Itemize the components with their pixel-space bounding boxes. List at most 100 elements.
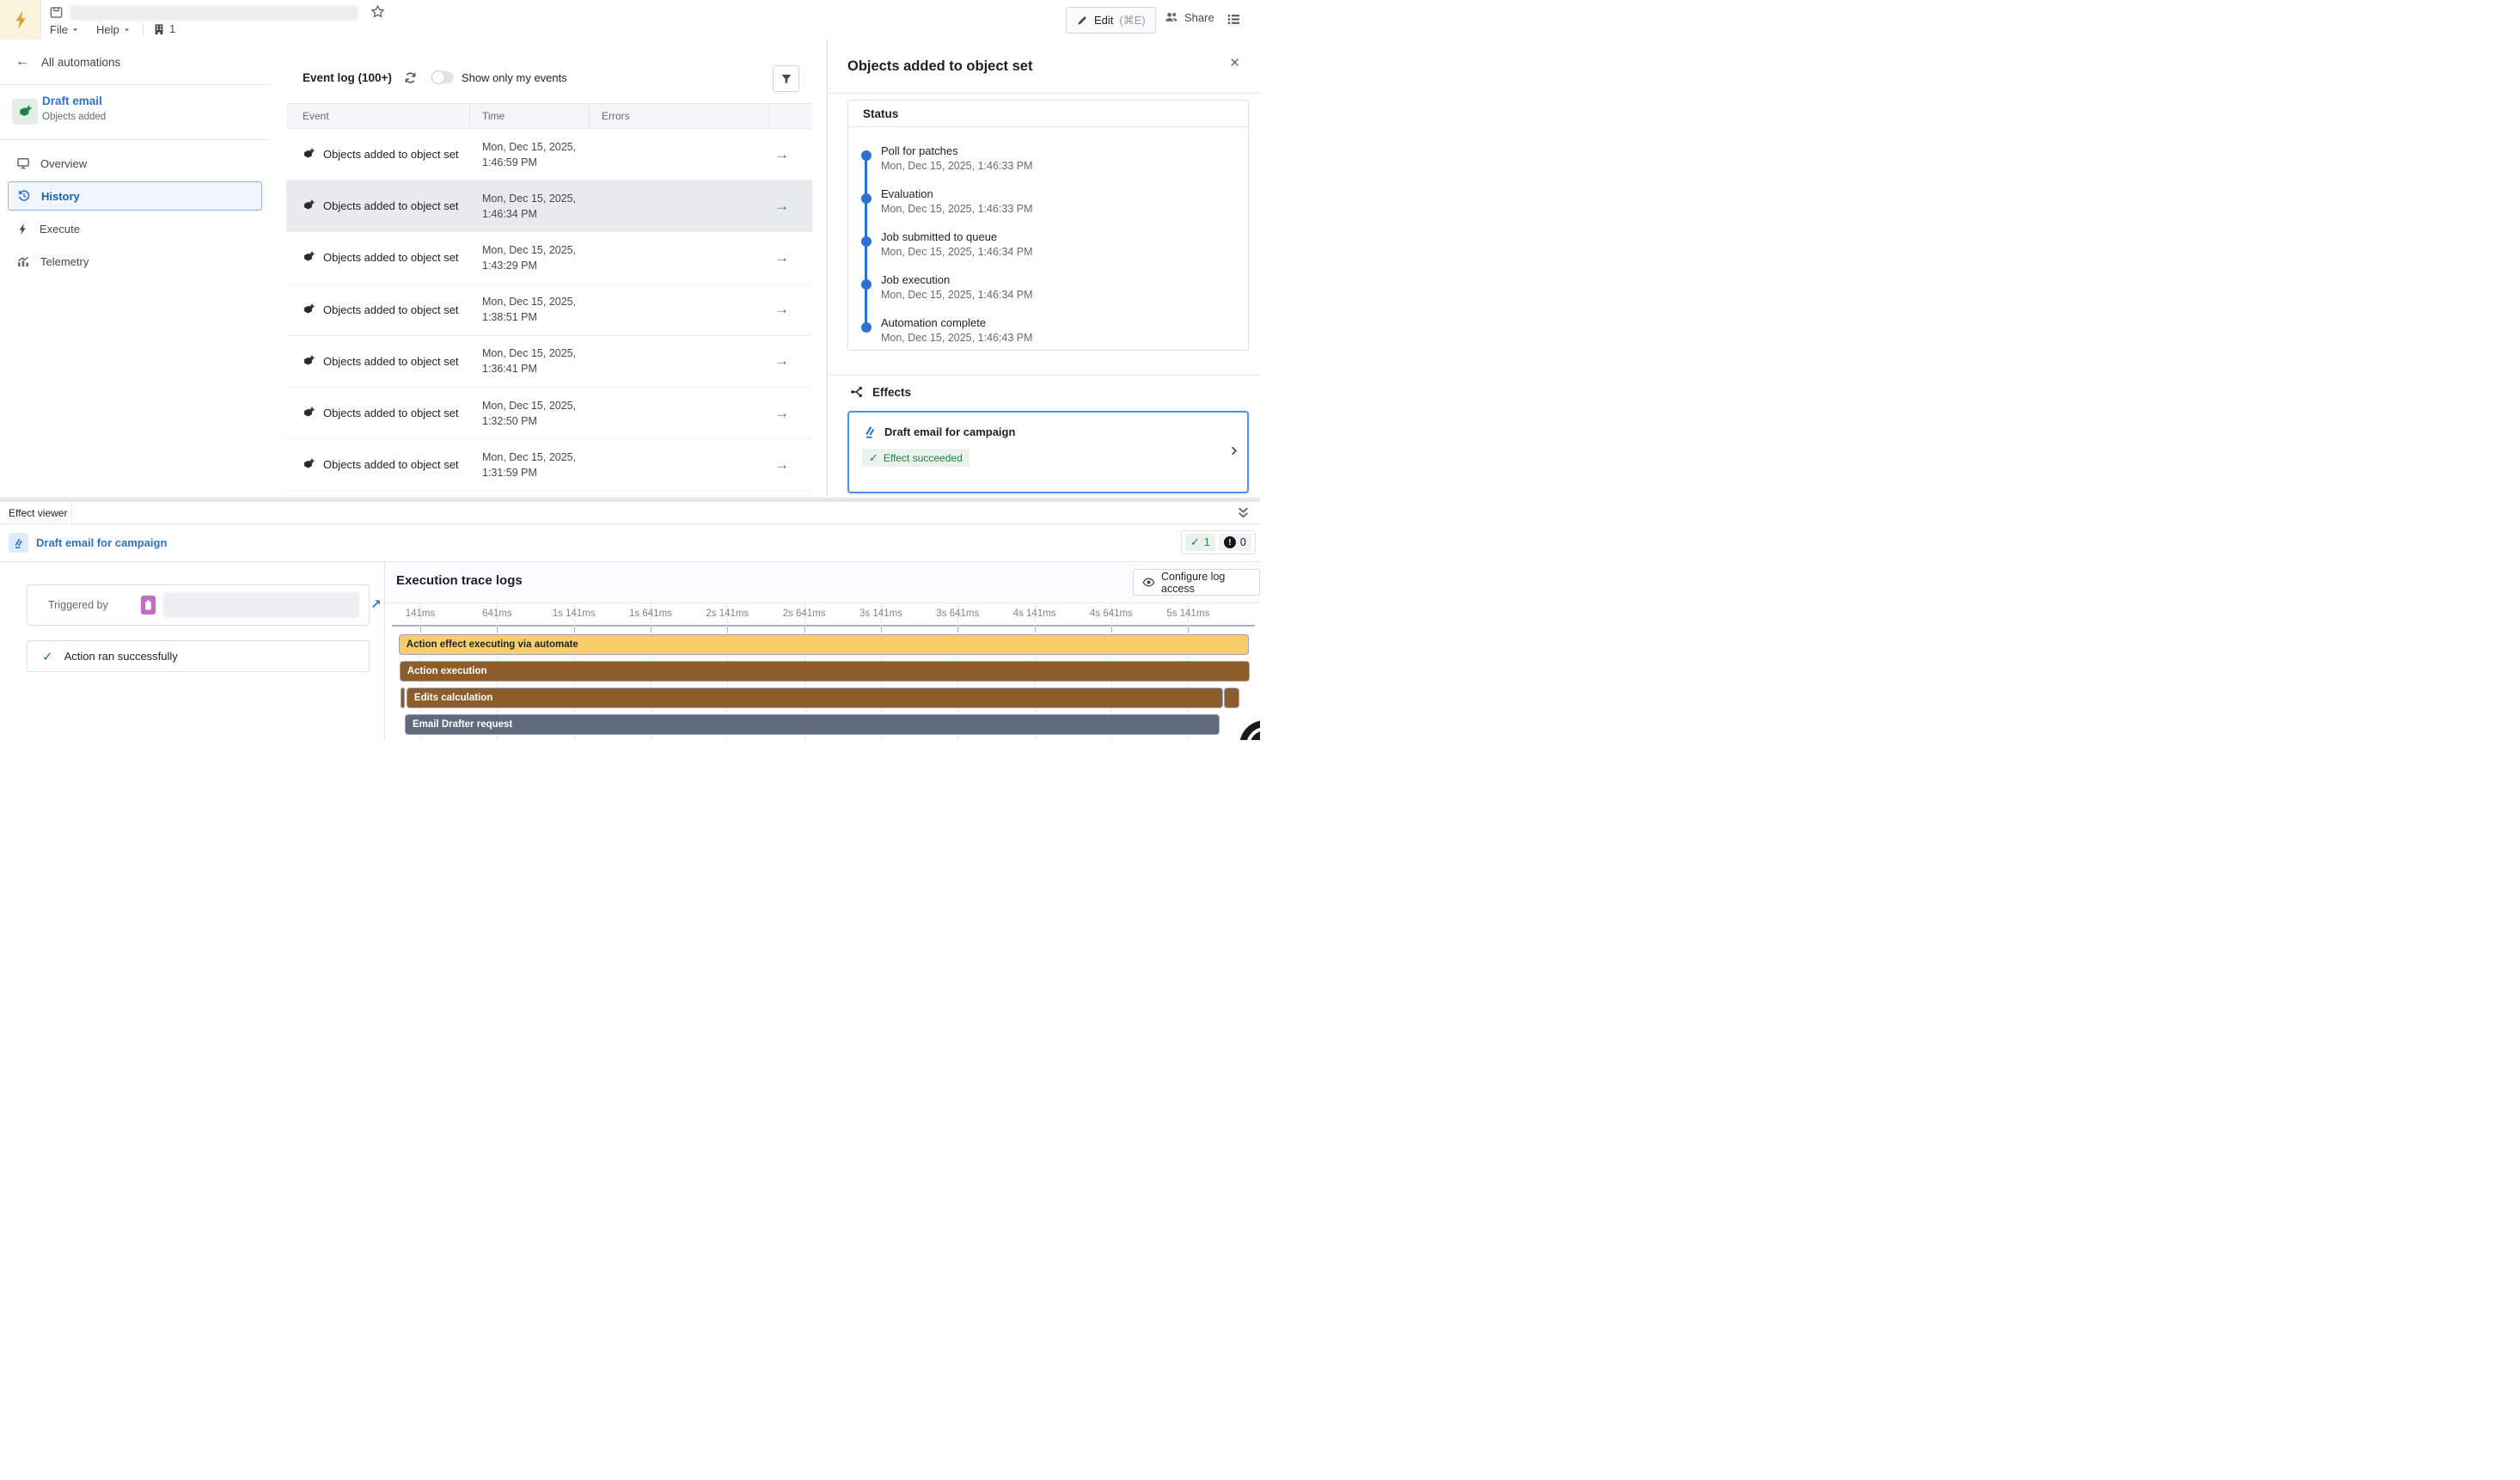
effect-status-label: Effect succeeded xyxy=(884,452,963,464)
sidebar-item-label: Overview xyxy=(40,157,87,170)
telemetry-chart-icon xyxy=(16,254,30,268)
axis-tick-label: 641ms xyxy=(482,609,512,619)
open-event-arrow-icon[interactable]: → xyxy=(774,456,789,474)
list-menu-icon[interactable] xyxy=(1226,12,1241,27)
trace-bar-segment[interactable] xyxy=(1224,688,1239,708)
automation-name-link[interactable]: Draft email xyxy=(42,95,102,107)
configure-log-access-button[interactable]: Configure log access xyxy=(1133,569,1260,596)
event-log-row[interactable]: Objects added to object setMon, Dec 15, … xyxy=(286,129,812,180)
open-event-arrow-icon[interactable]: → xyxy=(774,405,789,422)
event-log-toolbar: Event log (100+) Show only my events xyxy=(303,64,567,91)
file-menu-label: File xyxy=(50,23,68,36)
trace-bar-segment[interactable]: Action execution xyxy=(400,661,1250,682)
edit-shortcut: (⌘E) xyxy=(1119,14,1145,28)
action-status-card: ✓ Action ran successfully xyxy=(27,640,370,672)
step-name: Job execution xyxy=(881,273,1225,286)
automation-summary[interactable]: Draft email Objects added xyxy=(0,85,271,140)
step-name: Automation complete xyxy=(881,316,1225,329)
result-count-badges: ✓ 1 ! 0 xyxy=(1181,530,1256,554)
lightning-icon xyxy=(16,223,29,235)
event-time: Mon, Dec 15, 2025,1:46:59 PM xyxy=(470,139,590,170)
sidebar: ← All automations Draft email Objects ad… xyxy=(0,40,272,498)
event-time: Mon, Dec 15, 2025,1:38:51 PM xyxy=(470,294,590,325)
triggered-by-label: Triggered by xyxy=(48,599,108,611)
event-log-row[interactable]: Objects added to object setMon, Dec 15, … xyxy=(286,232,812,284)
step-name: Poll for patches xyxy=(881,144,1225,157)
table-header: Event Time Errors xyxy=(286,103,812,129)
chevron-right-icon[interactable] xyxy=(1227,444,1240,457)
fork-effects-icon xyxy=(850,385,864,399)
axis-tick-label: 5s 141ms xyxy=(1166,609,1209,619)
people-icon xyxy=(1165,10,1178,24)
edit-button[interactable]: Edit (⌘E) xyxy=(1066,7,1156,34)
file-menu[interactable]: File xyxy=(50,23,79,36)
event-log-title: Event log (100+) xyxy=(303,71,392,84)
trace-bar-segment[interactable]: Edits calculation xyxy=(407,688,1223,708)
exclamation-icon: ! xyxy=(1224,536,1236,548)
trace-bar-segment[interactable] xyxy=(401,688,405,708)
open-external-icon[interactable]: ↗ xyxy=(370,596,382,612)
trace-title: Execution trace logs xyxy=(396,573,523,588)
event-log-panel: Event log (100+) Show only my events Eve… xyxy=(271,40,827,498)
event-log-row[interactable]: Objects added to object setMon, Dec 15, … xyxy=(286,336,812,388)
open-event-arrow-icon[interactable]: → xyxy=(774,352,789,370)
trace-bar-segment[interactable]: Action effect executing via automate xyxy=(399,634,1249,655)
axis-tick-mark xyxy=(420,627,421,633)
event-name: Objects added to object set xyxy=(323,303,459,316)
axis-tick-label: 3s 641ms xyxy=(936,609,979,619)
step-time: Mon, Dec 15, 2025, 1:46:34 PM xyxy=(881,246,1225,258)
help-menu[interactable]: Help xyxy=(96,23,131,36)
effect-name: Draft email for campaign xyxy=(884,425,1015,438)
axis-tick-mark xyxy=(804,627,805,633)
success-count-badge[interactable]: ✓ 1 xyxy=(1185,534,1215,551)
chevron-down-icon xyxy=(71,26,79,34)
divider xyxy=(828,93,1260,94)
open-event-arrow-icon[interactable]: → xyxy=(774,249,789,266)
configure-log-access-label: Configure log access xyxy=(1161,571,1251,595)
event-time: Mon, Dec 15, 2025,1:46:34 PM xyxy=(470,191,590,222)
favorite-star-icon[interactable] xyxy=(370,4,385,19)
filter-button[interactable] xyxy=(773,65,799,92)
share-button[interactable]: Share xyxy=(1165,10,1214,24)
automate-app-logo[interactable] xyxy=(0,0,41,40)
object-set-added-icon xyxy=(12,99,38,125)
clipboard-icon xyxy=(141,596,156,615)
event-time: Mon, Dec 15, 2025,1:31:59 PM xyxy=(470,450,590,480)
details-title: Objects added to object set xyxy=(847,58,1032,75)
event-log-row[interactable]: Objects added to object setMon, Dec 15, … xyxy=(286,439,812,491)
trace-bar-segment[interactable]: Email Drafter request xyxy=(405,714,1220,735)
timeline-dot xyxy=(861,193,872,204)
close-icon[interactable]: × xyxy=(1230,55,1239,71)
open-event-arrow-icon[interactable]: → xyxy=(774,198,789,215)
sidebar-item-telemetry[interactable]: Telemetry xyxy=(8,247,262,276)
sidebar-item-label: Execute xyxy=(40,223,80,235)
sidebar-item-execute[interactable]: Execute xyxy=(8,214,262,243)
open-event-arrow-icon[interactable]: → xyxy=(774,146,789,163)
filter-funnel-icon xyxy=(780,73,792,85)
axis-tick-mark xyxy=(881,627,882,633)
step-time: Mon, Dec 15, 2025, 1:46:34 PM xyxy=(881,289,1225,301)
sidebar-item-history[interactable]: History xyxy=(8,181,262,211)
open-event-arrow-icon[interactable]: → xyxy=(774,301,789,318)
sidebar-item-overview[interactable]: Overview xyxy=(8,149,262,178)
axis-tick-mark xyxy=(574,627,575,633)
tab-effect-viewer[interactable]: Effect viewer xyxy=(0,502,72,523)
event-log-row[interactable]: Objects added to object setMon, Dec 15, … xyxy=(286,180,812,232)
axis-tick-mark xyxy=(497,627,498,633)
automation-subtitle: Objects added xyxy=(42,112,106,122)
event-log-row[interactable]: Objects added to object setMon, Dec 15, … xyxy=(286,388,812,439)
axis-tick-label: 1s 641ms xyxy=(629,609,672,619)
branch-indicator[interactable]: 1 xyxy=(153,22,175,35)
toggle-label: Show only my events xyxy=(462,71,567,84)
effect-link[interactable]: Draft email for campaign xyxy=(9,533,167,553)
double-chevron-down-icon[interactable] xyxy=(1236,505,1251,520)
axis-tick-mark xyxy=(727,627,728,633)
back-to-all-automations[interactable]: ← All automations xyxy=(0,40,271,85)
divider xyxy=(828,375,1260,376)
refresh-icon[interactable] xyxy=(404,71,417,84)
event-log-row[interactable]: Objects added to object set Mon, Dec 15, … xyxy=(286,284,812,336)
failure-count-badge[interactable]: ! 0 xyxy=(1219,534,1251,551)
effect-card[interactable]: Draft email for campaign ✓ Effect succee… xyxy=(847,411,1249,493)
show-only-my-events-toggle[interactable] xyxy=(431,71,454,83)
axis-tick-mark xyxy=(1111,627,1112,633)
